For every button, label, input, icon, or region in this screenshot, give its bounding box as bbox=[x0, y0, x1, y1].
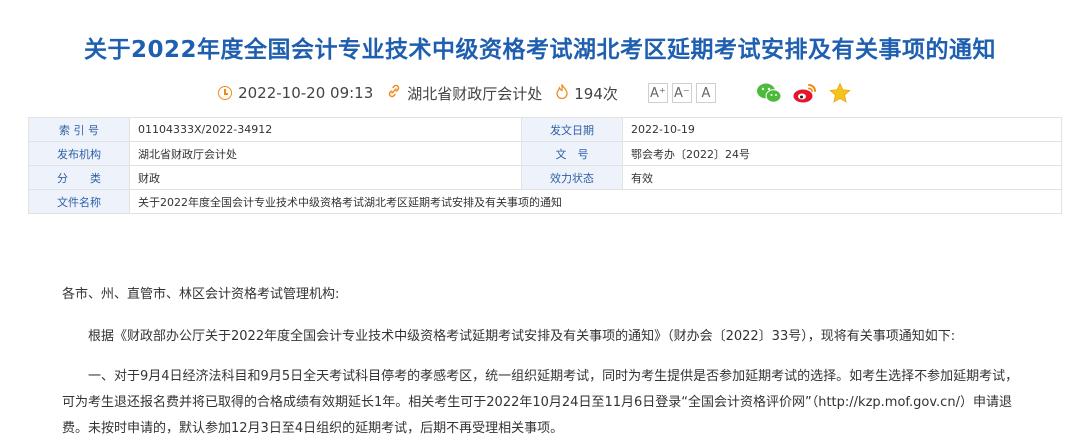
favorite-star-icon[interactable] bbox=[828, 82, 852, 104]
info-row: 文件名称 关于2022年度全国会计专业技术中级资格考试湖北考区延期考试安排及有关… bbox=[28, 189, 1062, 214]
article-body: 各市、州、直管市、林区会计资格考试管理机构: 根据《财政部办公厅关于2022年度… bbox=[62, 282, 1022, 442]
index-value: 01104333X/2022-34912 bbox=[129, 117, 522, 142]
font-larger-button[interactable]: A⁺ bbox=[647, 83, 668, 103]
name-label: 文件名称 bbox=[28, 189, 130, 214]
font-default-button[interactable]: A bbox=[695, 83, 716, 103]
publish-time-text: 2022-10-20 09:13 bbox=[238, 84, 374, 102]
info-row: 索 引 号 01104333X/2022-34912 发文日期 2022-10-… bbox=[28, 117, 1062, 142]
date-label: 发文日期 bbox=[521, 117, 623, 142]
link-icon bbox=[387, 84, 401, 102]
category-value: 财政 bbox=[129, 165, 522, 190]
paragraph-1: 根据《财政部办公厅关于2022年度全国会计专业技术中级资格考试延期考试安排及有关… bbox=[88, 329, 956, 344]
docno-label: 文 号 bbox=[521, 141, 623, 166]
org-label: 发布机构 bbox=[28, 141, 130, 166]
publish-time: 2022-10-20 09:13 bbox=[218, 84, 373, 102]
paragraph-2: 一、对于9月4日经济法科目和9月5日全天考试科目停考的孝感考区，统一组织延期考试… bbox=[62, 369, 1019, 436]
info-row: 分 类 财政 效力状态 有效 bbox=[28, 165, 1062, 190]
salutation: 各市、州、直管市、林区会计资格考试管理机构: bbox=[62, 287, 340, 302]
docno-value: 鄂会考办〔2022〕24号 bbox=[622, 141, 1062, 166]
source: 湖北省财政厅会计处 bbox=[387, 83, 542, 104]
index-label: 索 引 号 bbox=[28, 117, 130, 142]
document-info-table: 索 引 号 01104333X/2022-34912 发文日期 2022-10-… bbox=[28, 117, 1062, 214]
clock-icon bbox=[218, 86, 233, 100]
category-label: 分 类 bbox=[28, 165, 130, 190]
font-smaller-button[interactable]: A⁻ bbox=[671, 83, 692, 103]
article-meta: 2022-10-20 09:13 湖北省财政厅会计处 194次 A⁺ A⁻ A bbox=[0, 80, 1080, 106]
share-bar bbox=[756, 82, 862, 104]
font-size-controls: A⁺ A⁻ A bbox=[647, 83, 720, 103]
wechat-icon[interactable] bbox=[756, 82, 782, 104]
view-count-text: 194次 bbox=[574, 84, 618, 103]
article-title: 关于2022年度全国会计专业技术中级资格考试湖北考区延期考试安排及有关事项的通知 bbox=[83, 37, 996, 63]
fire-icon bbox=[556, 82, 568, 103]
source-text: 湖北省财政厅会计处 bbox=[407, 84, 543, 103]
status-value: 有效 bbox=[622, 165, 1062, 190]
org-value: 湖北省财政厅会计处 bbox=[129, 141, 522, 166]
view-count: 194次 bbox=[556, 82, 618, 104]
info-row: 发布机构 湖北省财政厅会计处 文 号 鄂会考办〔2022〕24号 bbox=[28, 141, 1062, 166]
name-value: 关于2022年度全国会计专业技术中级资格考试湖北考区延期考试安排及有关事项的通知 bbox=[129, 189, 1062, 214]
weibo-icon[interactable] bbox=[792, 82, 818, 104]
date-value: 2022-10-19 bbox=[622, 117, 1062, 142]
status-label: 效力状态 bbox=[521, 165, 623, 190]
